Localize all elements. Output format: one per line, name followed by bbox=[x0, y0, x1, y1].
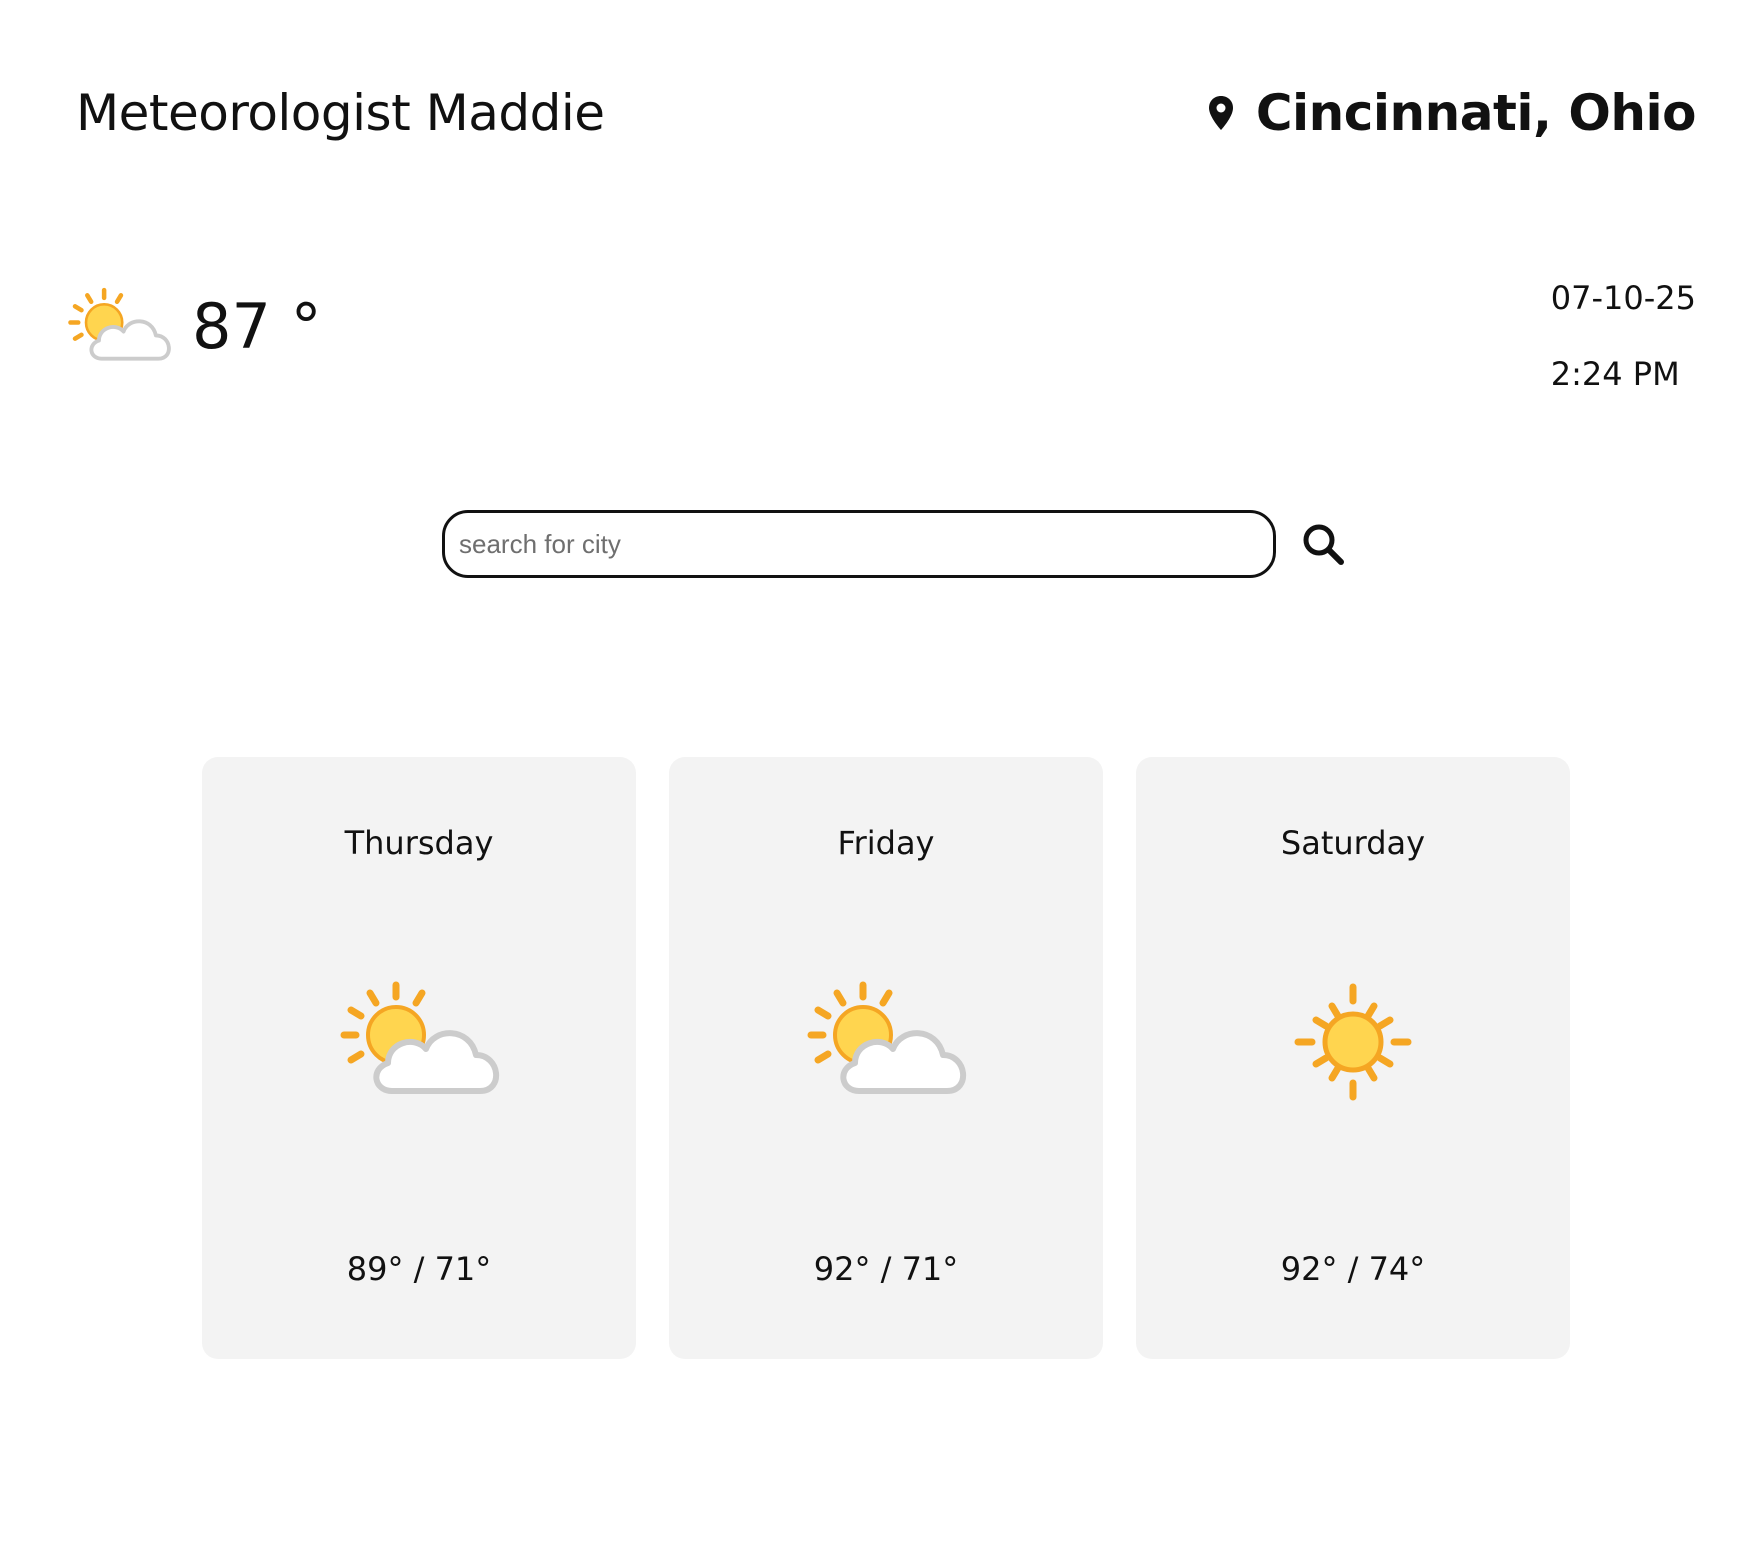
sunny-icon bbox=[1268, 977, 1438, 1107]
app-title: Meteorologist Maddie bbox=[76, 84, 605, 142]
current-weather: 87 ° bbox=[64, 282, 322, 372]
location-name: Cincinnati, Ohio bbox=[1255, 84, 1697, 142]
partly-cloudy-icon bbox=[64, 282, 174, 372]
search-input[interactable] bbox=[442, 510, 1276, 578]
forecast-temps: 89° / 71° bbox=[346, 1250, 492, 1288]
map-pin-icon bbox=[1208, 95, 1234, 131]
current-date: 07-10-25 bbox=[1550, 279, 1696, 317]
current-time: 2:24 PM bbox=[1550, 355, 1680, 393]
search-bar bbox=[442, 510, 1348, 578]
forecast-day: Thursday bbox=[344, 824, 494, 862]
partly-cloudy-icon bbox=[801, 977, 971, 1107]
forecast-card-saturday: Saturday 92° / 74° bbox=[1136, 757, 1570, 1359]
forecast-day: Friday bbox=[837, 824, 935, 862]
forecast-card-thursday: Thursday 89° / 71° bbox=[202, 757, 636, 1359]
forecast-temps: 92° / 74° bbox=[1280, 1250, 1426, 1288]
forecast-day: Saturday bbox=[1280, 824, 1426, 862]
partly-cloudy-icon bbox=[334, 977, 504, 1107]
forecast-list: Thursday 89° / 71° Friday 92° / 71° Satu… bbox=[202, 757, 1570, 1359]
date-time: 07-10-25 2:24 PM bbox=[1551, 276, 1696, 396]
search-button[interactable] bbox=[1298, 519, 1348, 569]
search-icon bbox=[1303, 524, 1344, 565]
forecast-temps: 92° / 71° bbox=[813, 1250, 959, 1288]
location: Cincinnati, Ohio bbox=[1208, 78, 1697, 148]
current-temperature: 87 ° bbox=[192, 290, 322, 363]
forecast-card-friday: Friday 92° / 71° bbox=[669, 757, 1103, 1359]
